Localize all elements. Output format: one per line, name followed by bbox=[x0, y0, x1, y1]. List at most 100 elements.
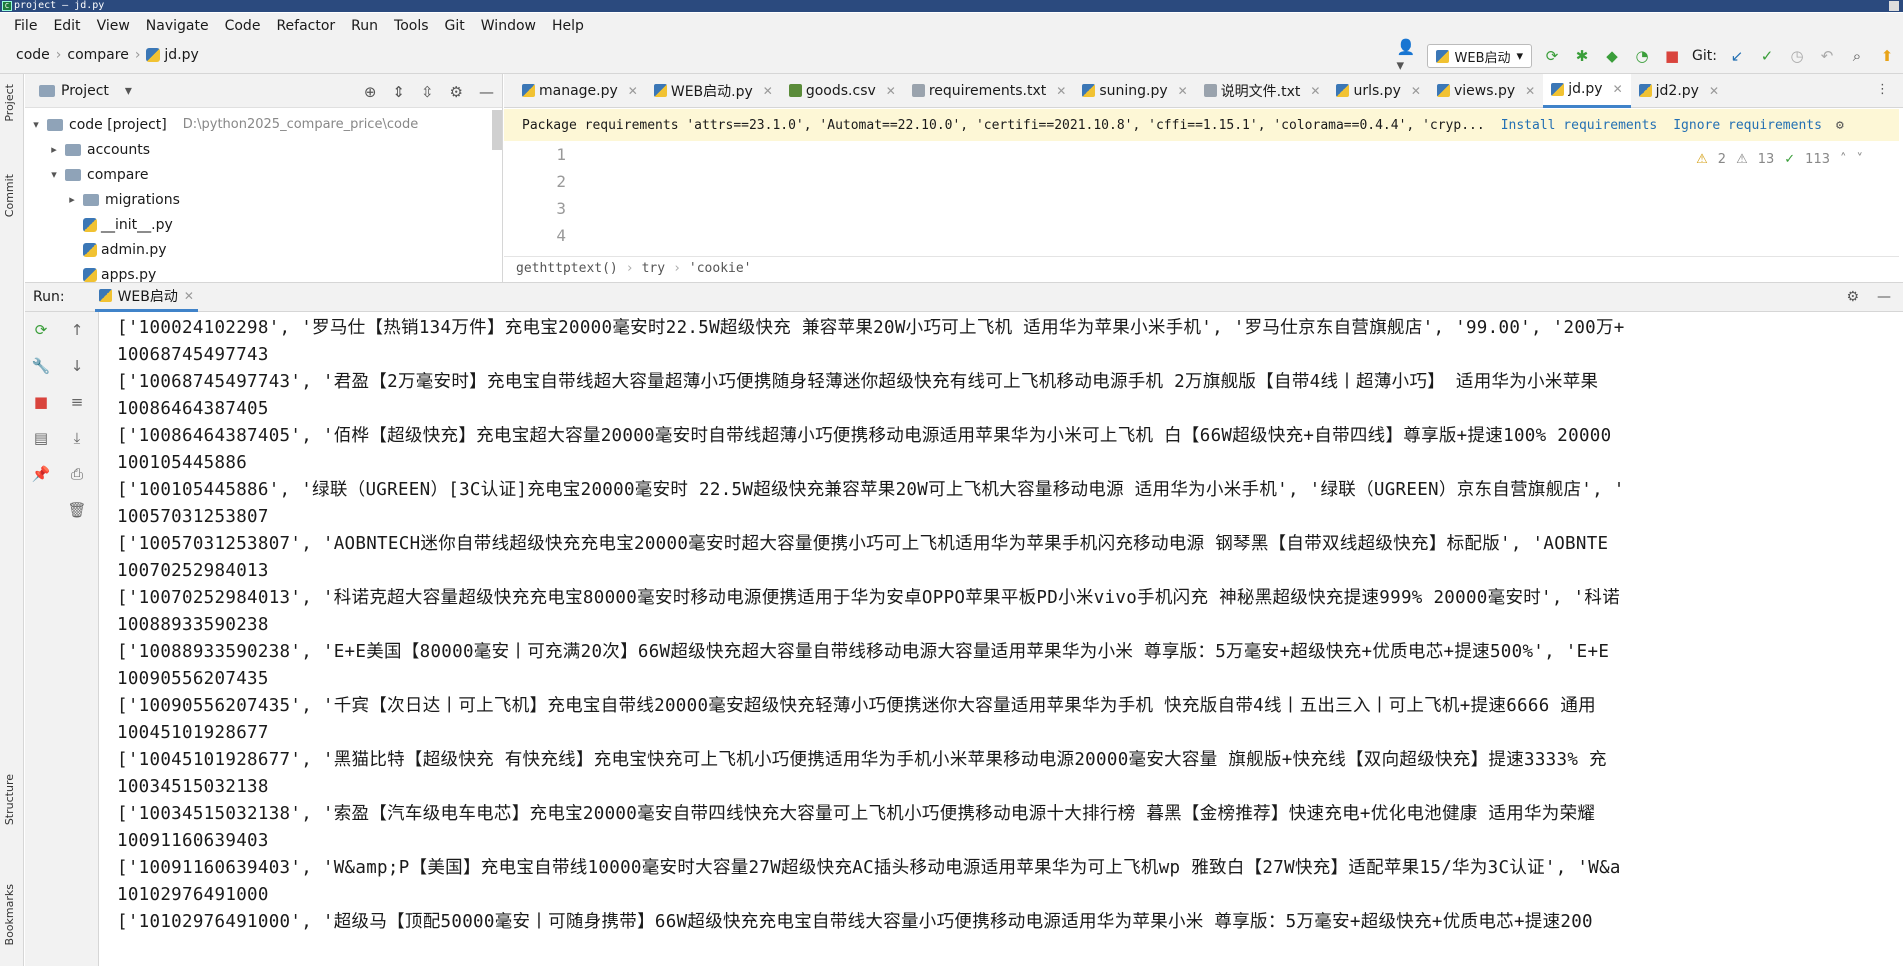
project-tool-tab[interactable]: Project bbox=[3, 84, 16, 122]
tab-urls[interactable]: urls.py ✕ bbox=[1328, 74, 1429, 108]
tab-web[interactable]: WEB启动.py ✕ bbox=[646, 74, 781, 108]
stop-icon[interactable]: ■ bbox=[31, 392, 51, 412]
window-control[interactable] bbox=[1889, 1, 1899, 11]
close-icon[interactable]: ✕ bbox=[628, 84, 638, 98]
coverage-icon[interactable]: ◆ bbox=[1602, 46, 1622, 66]
tree-item[interactable]: ▸ migrations bbox=[25, 187, 502, 212]
console-line: ['10086464387405', '佰桦【超级快充】充电宝超大容量20000… bbox=[117, 426, 1612, 446]
close-icon[interactable]: ✕ bbox=[763, 84, 773, 98]
close-icon[interactable]: ✕ bbox=[184, 289, 194, 303]
menu-git[interactable]: Git bbox=[437, 18, 473, 34]
git-commit-icon[interactable]: ✓ bbox=[1757, 46, 1777, 66]
close-icon[interactable]: ✕ bbox=[1411, 84, 1421, 98]
structure-tool-tab[interactable]: Structure bbox=[3, 774, 16, 825]
tab-jd2[interactable]: jd2.py ✕ bbox=[1631, 74, 1727, 108]
tree-item[interactable]: __init__.py bbox=[25, 212, 502, 237]
close-icon[interactable]: ✕ bbox=[1709, 84, 1719, 98]
menu-refactor[interactable]: Refactor bbox=[268, 18, 343, 34]
stop-icon[interactable]: ■ bbox=[1662, 46, 1682, 66]
rerun-icon[interactable]: ⟳ bbox=[31, 320, 51, 340]
ignore-requirements-link[interactable]: Ignore requirements bbox=[1673, 118, 1822, 133]
weak-warning-count: 13 bbox=[1757, 152, 1775, 167]
print-icon[interactable]: ⎙ bbox=[67, 464, 87, 484]
inspection-widget[interactable]: ⚠ 2 ⚠ 13 ✓ 113 ˄ ˅ bbox=[1696, 152, 1863, 167]
chevron-down-icon[interactable]: ˅ bbox=[1857, 152, 1864, 167]
chevron-down-icon[interactable]: ▾ bbox=[125, 83, 132, 99]
main-toolbar: 👤▾ WEB启动 ▾ ⟳ ✱ ◆ ◔ ■ Git: ↙ ✓ ◷ ↶ ⌕ ⬆ bbox=[1397, 38, 1897, 74]
debug-icon[interactable]: ✱ bbox=[1572, 46, 1592, 66]
profile-icon[interactable]: ◔ bbox=[1632, 46, 1652, 66]
minimize-icon[interactable]: — bbox=[479, 83, 494, 101]
tab-views[interactable]: views.py ✕ bbox=[1429, 74, 1543, 108]
git-update-icon[interactable]: ↙ bbox=[1727, 46, 1747, 66]
more-tabs-icon[interactable]: ⋮ bbox=[1876, 82, 1889, 97]
locate-icon[interactable]: ⊕ bbox=[364, 83, 377, 101]
menu-file[interactable]: File bbox=[6, 18, 45, 34]
menu-navigate[interactable]: Navigate bbox=[138, 18, 217, 34]
menu-code[interactable]: Code bbox=[217, 18, 269, 34]
editor-breadcrumb-item[interactable]: 'cookie' bbox=[689, 261, 752, 276]
menu-tools[interactable]: Tools bbox=[386, 18, 437, 34]
line-gutter: 1 2 3 4 bbox=[504, 141, 584, 256]
menu-run[interactable]: Run bbox=[343, 18, 386, 34]
history-icon[interactable]: ◷ bbox=[1787, 46, 1807, 66]
trash-icon[interactable]: 🗑 bbox=[67, 500, 87, 520]
gear-icon[interactable]: ⚙ bbox=[450, 83, 463, 101]
arrow-down-icon[interactable]: ↓ bbox=[67, 356, 87, 376]
chevron-up-icon[interactable]: ˄ bbox=[1840, 152, 1847, 167]
gear-icon[interactable]: ⚙ bbox=[1836, 118, 1844, 133]
breadcrumb-file[interactable]: jd.py bbox=[146, 47, 199, 63]
pin-icon[interactable]: 📌 bbox=[31, 464, 51, 484]
menu-help[interactable]: Help bbox=[544, 18, 592, 34]
run-tab[interactable]: WEB启动 ✕ bbox=[94, 283, 198, 312]
tree-item[interactable]: ▾ compare bbox=[25, 162, 502, 187]
tree-root[interactable]: ▾ code [project] D:\python2025_compare_p… bbox=[25, 112, 502, 137]
editor-breadcrumb-item[interactable]: try bbox=[642, 261, 665, 276]
collapse-all-icon[interactable]: ⇳ bbox=[421, 83, 434, 101]
breadcrumb-code[interactable]: code bbox=[16, 47, 50, 63]
editor-breadcrumb-item[interactable]: gethttptext() bbox=[516, 261, 618, 276]
tree-item[interactable]: ▸ accounts bbox=[25, 137, 502, 162]
scroll-to-end-icon[interactable]: ⤓ bbox=[67, 428, 87, 448]
search-icon[interactable]: ⌕ bbox=[1847, 46, 1867, 66]
close-icon[interactable]: ✕ bbox=[1056, 84, 1066, 98]
user-icon[interactable]: 👤▾ bbox=[1397, 38, 1417, 74]
project-scrollbar[interactable] bbox=[492, 110, 502, 150]
console-output[interactable]: ['100024102298', '罗马仕【热销134万件】充电宝20000毫安… bbox=[100, 312, 1903, 966]
close-icon[interactable]: ✕ bbox=[1613, 82, 1623, 96]
tab-suning[interactable]: suning.py ✕ bbox=[1074, 74, 1195, 108]
rerun-icon[interactable]: ⟳ bbox=[1542, 46, 1562, 66]
breadcrumb-compare[interactable]: compare bbox=[67, 47, 128, 63]
console-line: 100105445886 bbox=[117, 453, 248, 473]
close-icon[interactable]: ✕ bbox=[1310, 84, 1320, 98]
tab-goods[interactable]: goods.csv ✕ bbox=[781, 74, 904, 108]
gear-icon[interactable]: ⚙ bbox=[1846, 289, 1859, 305]
menu-window[interactable]: Window bbox=[473, 18, 544, 34]
soft-wrap-icon[interactable]: ≡ bbox=[67, 392, 87, 412]
arrow-up-icon[interactable]: ↑ bbox=[67, 320, 87, 340]
tab-readme[interactable]: 说明文件.txt ✕ bbox=[1196, 74, 1329, 108]
menu-edit[interactable]: Edit bbox=[45, 18, 88, 34]
project-panel-title[interactable]: Project bbox=[61, 83, 109, 99]
wrench-icon[interactable]: 🔧 bbox=[31, 356, 51, 376]
csv-file-icon bbox=[788, 84, 802, 97]
update-icon[interactable]: ⬆ bbox=[1877, 46, 1897, 66]
console-line: 10057031253807 bbox=[117, 507, 269, 527]
line-number: 4 bbox=[556, 226, 566, 245]
minimize-icon[interactable]: — bbox=[1877, 289, 1891, 305]
run-config-select[interactable]: WEB启动 ▾ bbox=[1426, 44, 1533, 68]
commit-tool-tab[interactable]: Commit bbox=[3, 174, 16, 217]
menu-view[interactable]: View bbox=[89, 18, 138, 34]
close-icon[interactable]: ✕ bbox=[1178, 84, 1188, 98]
tab-jd[interactable]: jd.py ✕ bbox=[1543, 73, 1631, 108]
rollback-icon[interactable]: ↶ bbox=[1817, 46, 1837, 66]
bookmarks-tool-tab[interactable]: Bookmarks bbox=[3, 884, 16, 945]
layout-icon[interactable]: ▤ bbox=[31, 428, 51, 448]
tab-manage[interactable]: manage.py ✕ bbox=[514, 74, 646, 108]
expand-all-icon[interactable]: ⇕ bbox=[392, 83, 405, 101]
tab-requirements[interactable]: requirements.txt ✕ bbox=[904, 74, 1074, 108]
tree-item[interactable]: admin.py bbox=[25, 237, 502, 262]
close-icon[interactable]: ✕ bbox=[1525, 84, 1535, 98]
close-icon[interactable]: ✕ bbox=[886, 84, 896, 98]
install-requirements-link[interactable]: Install requirements bbox=[1501, 118, 1658, 133]
